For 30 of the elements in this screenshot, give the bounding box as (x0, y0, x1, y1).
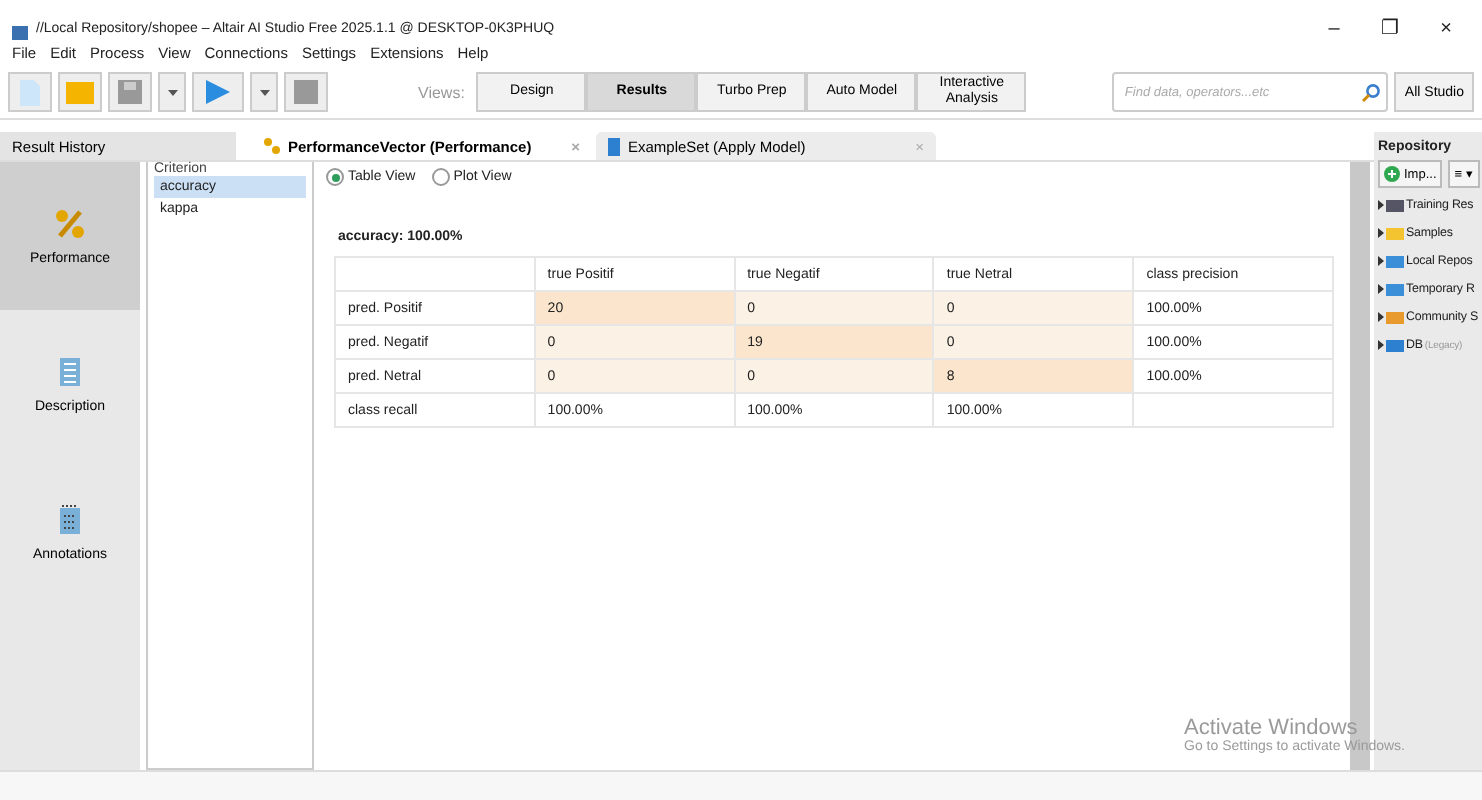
notice-title: Activate Windows (1184, 716, 1358, 740)
percent-icon (264, 138, 280, 154)
monitor-icon (1386, 197, 1404, 213)
window-control[interactable]: – (1310, 18, 1358, 40)
radio-button[interactable] (326, 168, 344, 186)
table-icon (608, 137, 620, 155)
document-icon (58, 355, 82, 387)
caret-icon (167, 89, 177, 95)
folder-icon (66, 81, 94, 103)
notes-icon (58, 503, 82, 535)
window-control[interactable]: ❐ (1366, 16, 1414, 40)
stop-icon (294, 80, 318, 104)
open-button[interactable] (58, 72, 102, 112)
stop-button[interactable] (284, 72, 328, 112)
search-icon (1362, 83, 1381, 101)
dropdown-button[interactable] (250, 72, 278, 112)
views-label: Views: (418, 83, 465, 101)
save-button[interactable] (108, 72, 152, 112)
plus-icon (1384, 166, 1400, 182)
app-icon (12, 26, 28, 40)
run-button[interactable] (192, 72, 244, 112)
caret-icon (259, 89, 269, 95)
folder-icon (1386, 225, 1404, 241)
percent-icon (54, 207, 86, 239)
document-icon (20, 79, 40, 105)
window-control[interactable]: × (1422, 18, 1470, 40)
dropdown-button[interactable] (158, 72, 186, 112)
play-icon (206, 80, 230, 104)
floppy-icon (118, 80, 142, 104)
radio-button[interactable] (431, 168, 450, 186)
